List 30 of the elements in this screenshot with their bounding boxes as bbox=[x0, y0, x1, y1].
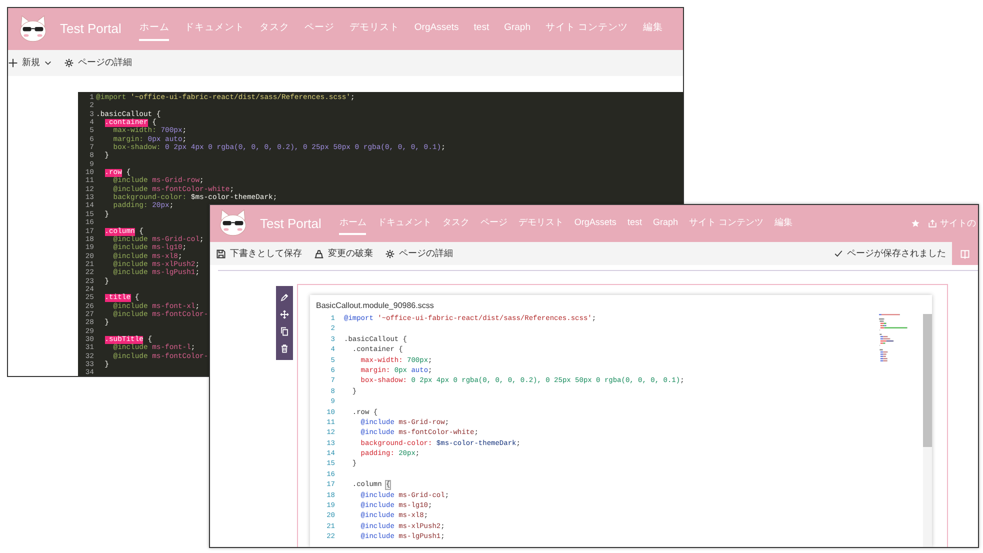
nav-link[interactable]: サイト コンテンツ bbox=[546, 17, 628, 41]
nav-link[interactable]: タスク bbox=[442, 212, 470, 235]
nav-link[interactable]: ドキュメント bbox=[184, 17, 244, 41]
nav-link[interactable]: ホーム bbox=[339, 212, 366, 235]
nav-link[interactable]: デモリスト bbox=[349, 17, 400, 41]
site-title[interactable]: Test Portal bbox=[60, 19, 122, 39]
command-button[interactable]: ページの詳細 bbox=[385, 246, 453, 260]
nav-link[interactable]: タスク bbox=[259, 17, 290, 41]
nav-link[interactable]: test bbox=[627, 212, 642, 235]
command-button[interactable]: ページの詳細 bbox=[64, 56, 132, 70]
save-status: ページが保存されました bbox=[834, 246, 946, 260]
nav-link[interactable]: 編集 bbox=[643, 17, 664, 41]
site-title[interactable]: Test Portal bbox=[260, 214, 322, 234]
command-button[interactable]: 新規 bbox=[8, 56, 52, 70]
file-title: BasicCallout.module_90986.scss bbox=[315, 300, 435, 312]
nav-link[interactable]: デモリスト bbox=[518, 212, 564, 235]
nav-link[interactable]: OrgAssets bbox=[574, 212, 616, 235]
command-button[interactable]: 変更の破棄 bbox=[314, 246, 373, 260]
nav-link[interactable]: Graph bbox=[652, 212, 678, 235]
nav-link[interactable]: OrgAssets bbox=[414, 17, 459, 41]
nav-link[interactable]: ページ bbox=[304, 17, 334, 41]
share-link[interactable]: サイトの bbox=[928, 216, 976, 230]
nav-link[interactable]: test bbox=[474, 17, 490, 41]
nav-link[interactable]: ページ bbox=[480, 212, 508, 235]
nav-link[interactable]: 編集 bbox=[774, 212, 792, 235]
nav-link[interactable]: Graph bbox=[504, 17, 530, 41]
command-button[interactable]: 下書きとして保存 bbox=[216, 246, 302, 260]
nav-link[interactable]: ドキュメント bbox=[377, 212, 432, 235]
nav-link[interactable]: ホーム bbox=[139, 17, 170, 41]
nav-link[interactable]: サイト コンテンツ bbox=[688, 212, 764, 235]
